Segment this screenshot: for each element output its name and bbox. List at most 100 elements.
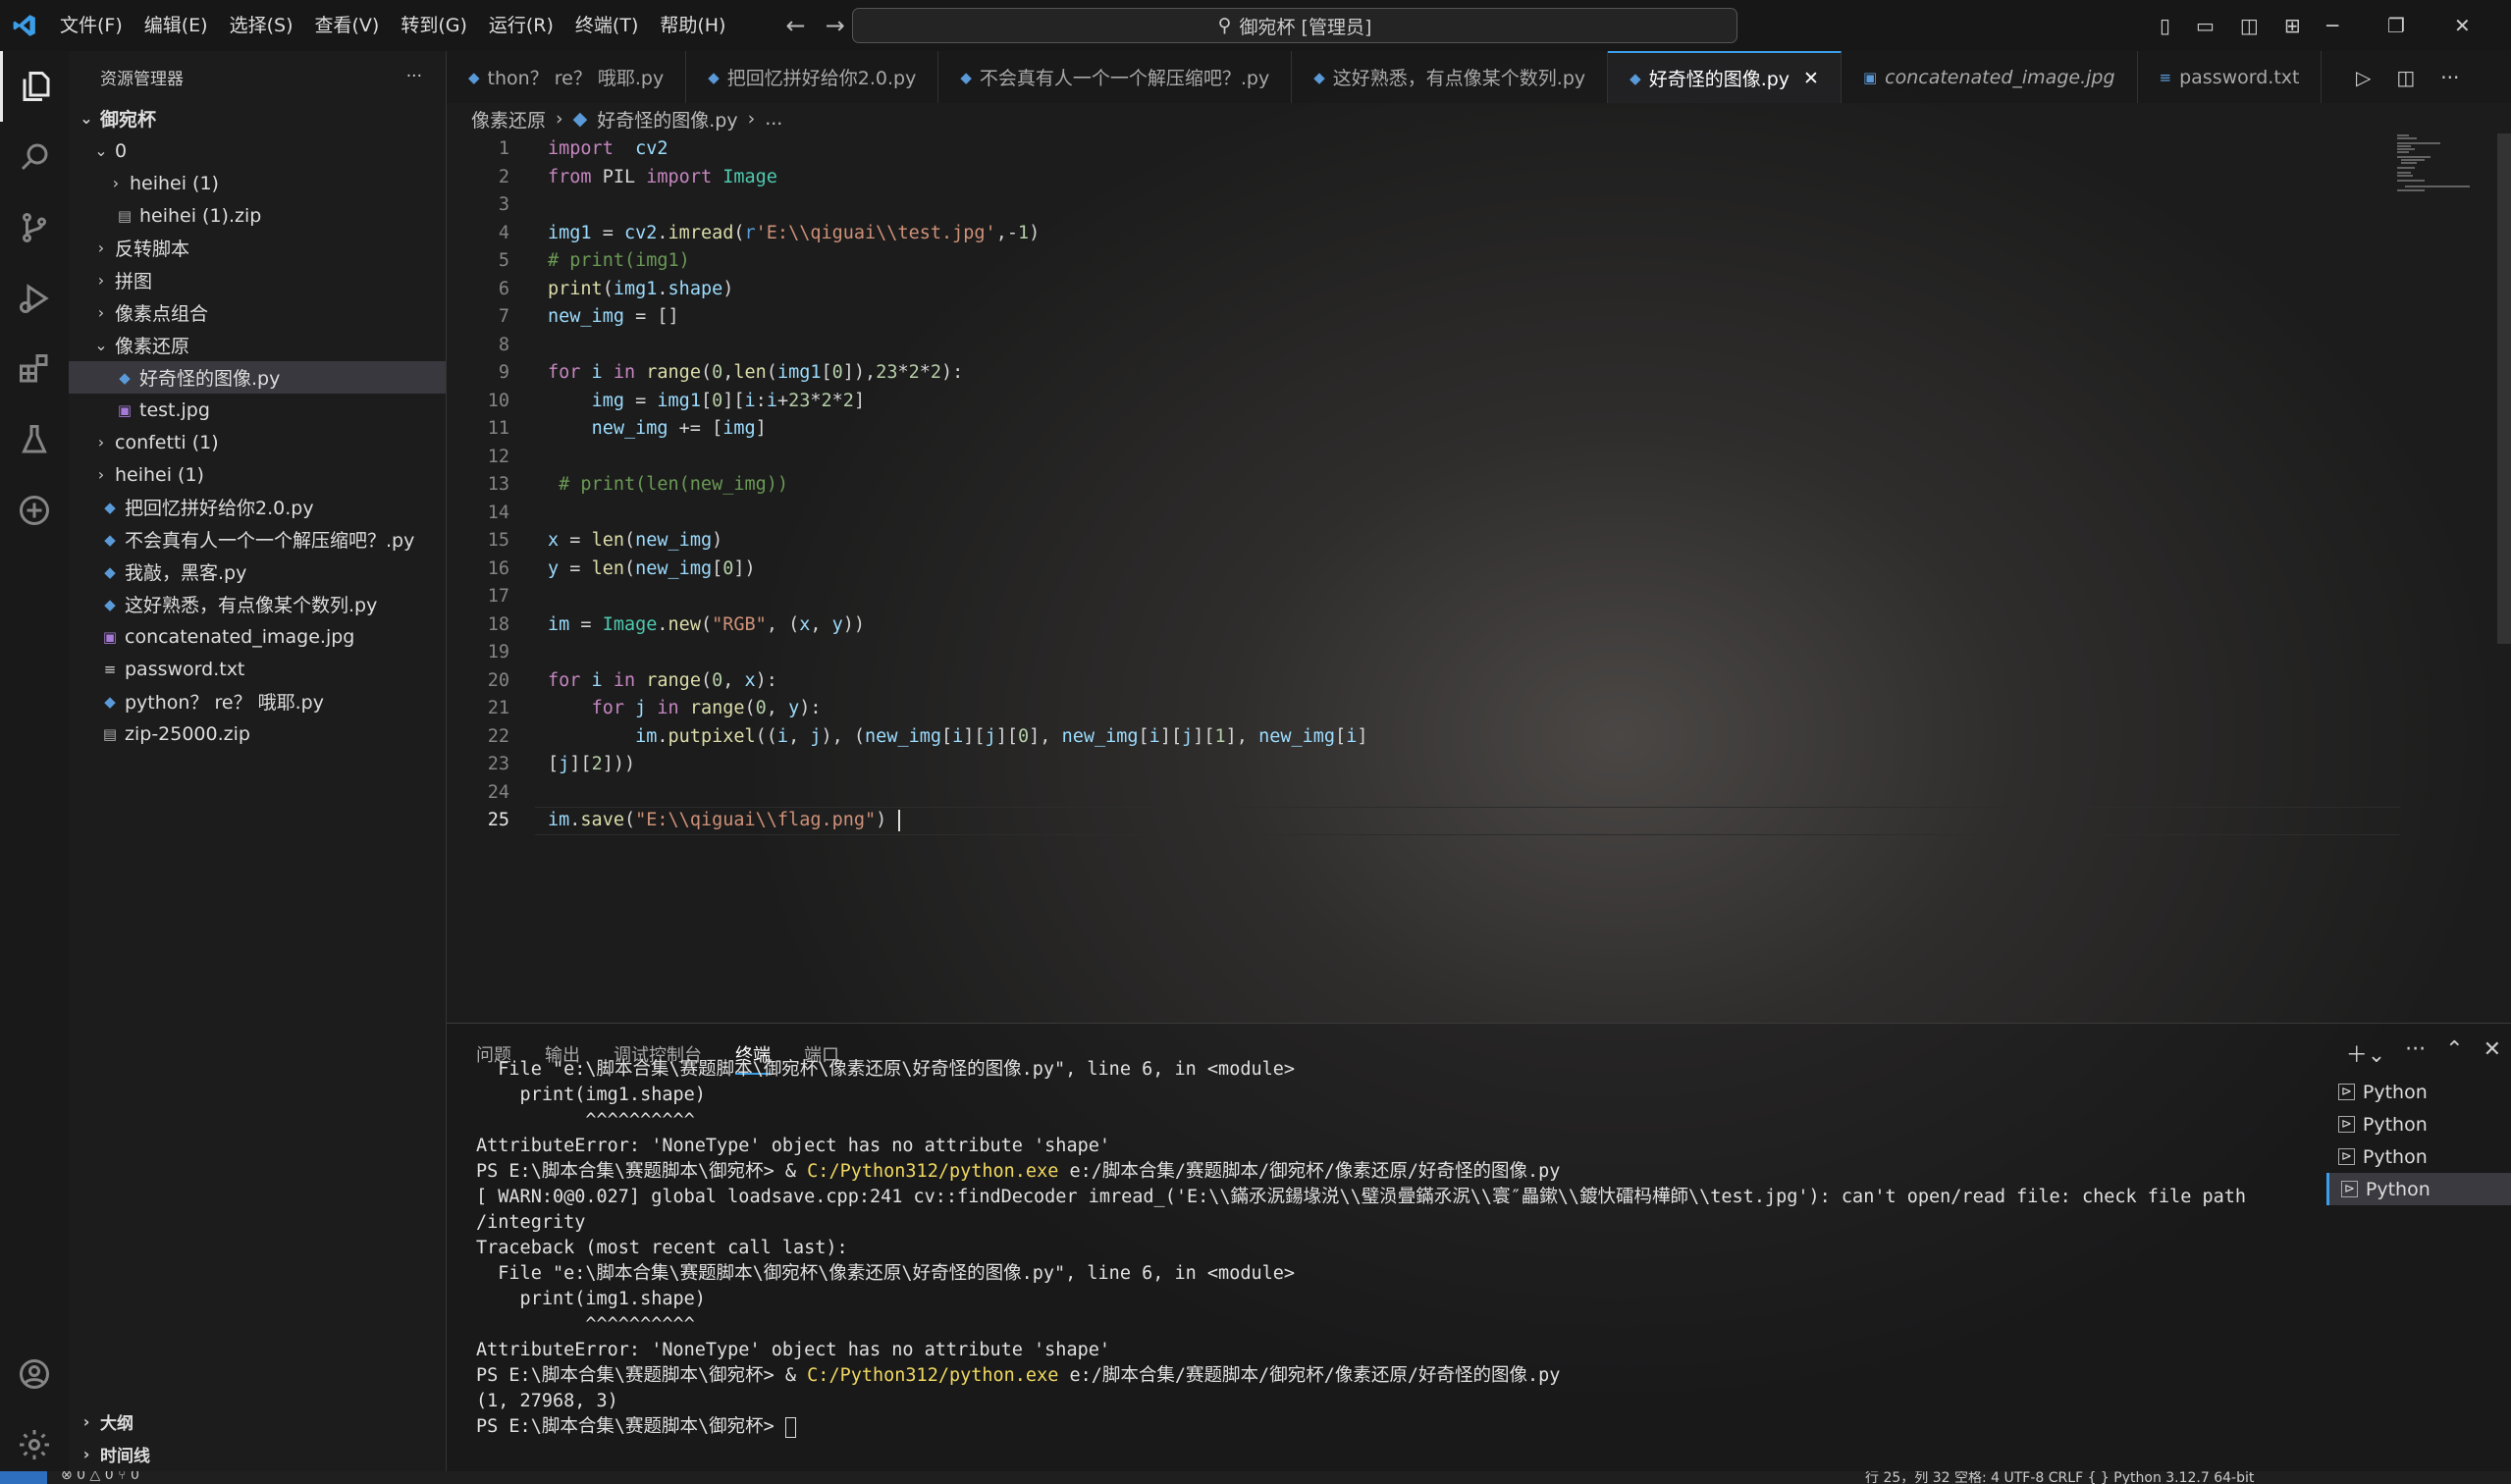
- problems-status[interactable]: ⊗ 0 △ 0 ⑂ 0: [61, 1471, 139, 1483]
- code-text: img1 = cv2.imread(r'E:\\qiguai\\test.jpg…: [548, 222, 1041, 243]
- code-text: import cv2: [548, 138, 668, 159]
- tree-item-label: password.txt: [125, 658, 245, 680]
- explorer-icon[interactable]: [0, 51, 69, 122]
- editor-tab[interactable]: ◆ 这好熟悉，有点像某个数列.py: [1292, 51, 1609, 103]
- run-python-file-icon[interactable]: ▷: [2356, 66, 2371, 89]
- breadcrumb-file[interactable]: 好奇怪的图像.py: [597, 106, 737, 132]
- editor-tab[interactable]: ◆ 把回忆拼好给你2.0.py: [686, 51, 939, 103]
- remote-explorer-icon[interactable]: [0, 475, 69, 546]
- workspace-root[interactable]: ⌄ 御宛杯: [69, 102, 446, 134]
- close-tab-icon[interactable]: ✕: [1803, 68, 1819, 89]
- terminal-instance-label: Python: [2362, 1081, 2428, 1103]
- editor-tab[interactable]: ◆ 不会真有人一个一个解压缩吧？.py: [938, 51, 1293, 103]
- forward-arrow-icon[interactable]: →: [816, 12, 855, 39]
- file-item[interactable]: ◆ 不会真有人一个一个解压缩吧？.py: [69, 523, 446, 556]
- chevron-right-icon: ›: [747, 108, 756, 130]
- toggle-panel-icon[interactable]: ▭: [2196, 14, 2215, 37]
- folder-item[interactable]: › heihei (1): [69, 167, 446, 199]
- remote-indicator[interactable]: [0, 1471, 47, 1484]
- code-line: 4 img1 = cv2.imread(r'E:\\qiguai\\test.jp…: [447, 220, 2410, 248]
- timeline-section[interactable]: › 时间线: [69, 1438, 150, 1470]
- editor-scrollbar[interactable]: [2497, 133, 2511, 644]
- terminal-line: [ WARN:0@0.027] global loadsave.cpp:241 …: [476, 1187, 2247, 1207]
- file-item[interactable]: ▤ heihei (1).zip: [69, 199, 446, 232]
- menu-item[interactable]: 运行(R): [478, 0, 564, 51]
- outline-section[interactable]: › 大纲: [69, 1405, 134, 1438]
- minimap[interactable]: [2395, 133, 2474, 192]
- source-control-icon[interactable]: [0, 192, 69, 263]
- more-actions-icon[interactable]: ···: [2405, 1037, 2426, 1069]
- code-line: 3: [447, 191, 2410, 220]
- file-item[interactable]: ◆ python？ re？ 哦耶.py: [69, 685, 446, 717]
- more-actions-icon[interactable]: ···: [406, 67, 422, 86]
- folder-item[interactable]: ⌄ 0: [69, 134, 446, 167]
- folder-item[interactable]: › heihei (1): [69, 458, 446, 491]
- file-item[interactable]: ◆ 我敲，黑客.py: [69, 556, 446, 588]
- editor-tab[interactable]: ▣ concatenated_image.jpg: [1842, 51, 2138, 103]
- file-item[interactable]: ◆ 把回忆拼好给你2.0.py: [69, 491, 446, 523]
- close-window-icon[interactable]: ✕: [2454, 14, 2471, 37]
- code-line: 11 new_img += [img]: [447, 415, 2410, 444]
- menu-item[interactable]: 帮助(H): [649, 0, 736, 51]
- folder-item[interactable]: › 拼图: [69, 264, 446, 296]
- split-editor-icon[interactable]: ◫: [2396, 66, 2415, 89]
- folder-item[interactable]: › 像素点组合: [69, 296, 446, 329]
- breadcrumb-folder[interactable]: 像素还原: [471, 106, 546, 132]
- testing-icon[interactable]: [0, 404, 69, 475]
- extensions-icon[interactable]: [0, 334, 69, 404]
- run-debug-icon[interactable]: [0, 263, 69, 334]
- back-arrow-icon[interactable]: ←: [775, 12, 815, 39]
- close-panel-icon[interactable]: ✕: [2484, 1037, 2501, 1069]
- menu-item[interactable]: 文件(F): [49, 0, 134, 51]
- toggle-primary-sidebar-icon[interactable]: ▯: [2160, 14, 2170, 37]
- maximize-panel-icon[interactable]: ⌃: [2445, 1037, 2463, 1069]
- folder-item[interactable]: › confetti (1): [69, 426, 446, 458]
- terminal-instance[interactable]: ⊳ Python: [2326, 1076, 2511, 1108]
- line-number: 16: [487, 557, 509, 579]
- file-item[interactable]: ▣ concatenated_image.jpg: [69, 620, 446, 653]
- chevron-right-icon: ›: [97, 238, 105, 257]
- toggle-secondary-sidebar-icon[interactable]: ◫: [2240, 14, 2259, 37]
- title-bar: 文件(F) 编辑(E) 选择(S) 查看(V) 转到(G) 运行(R) 终端(T) 帮助(H)…: [0, 0, 2511, 51]
- explorer-title: 资源管理器: [100, 69, 184, 89]
- more-actions-icon[interactable]: ···: [2440, 66, 2459, 89]
- terminal-line: PS E:\脚本合集\赛题脚本\御宛杯>: [476, 1414, 2341, 1440]
- menu-item[interactable]: 选择(S): [219, 0, 304, 51]
- terminal-instance[interactable]: ⊳ Python: [2326, 1173, 2511, 1205]
- editor-tab[interactable]: ◆ 好奇怪的图像.py ✕: [1608, 51, 1842, 103]
- new-terminal-icon[interactable]: ＋⌄: [2346, 1037, 2385, 1069]
- folder-item[interactable]: ⌄ 像素还原: [69, 329, 446, 361]
- file-item[interactable]: ≡ password.txt: [69, 653, 446, 685]
- menu-item[interactable]: 终端(T): [564, 0, 649, 51]
- terminal-instance[interactable]: ⊳ Python: [2326, 1108, 2511, 1140]
- menu-item[interactable]: 转到(G): [390, 0, 478, 51]
- chevron-down-icon: ⌄: [80, 109, 93, 128]
- menu-item[interactable]: 查看(V): [304, 0, 391, 51]
- code-editor[interactable]: 1 import cv2 2 from PIL import Image 3 4 img1 …: [447, 133, 2511, 1023]
- customize-layout-icon[interactable]: ⊞: [2284, 14, 2301, 37]
- file-item[interactable]: ◆ 这好熟悉，有点像某个数列.py: [69, 588, 446, 620]
- minimize-icon[interactable]: ─: [2326, 14, 2338, 37]
- file-item[interactable]: ◆ 好奇怪的图像.py: [69, 361, 446, 394]
- terminal-line: AttributeError: 'NoneType' object has no…: [476, 1340, 1111, 1360]
- terminal-instance[interactable]: ⊳ Python: [2326, 1140, 2511, 1173]
- editor-tab[interactable]: ≡ password.txt: [2138, 51, 2323, 103]
- menu-item[interactable]: 编辑(E): [134, 0, 219, 51]
- restore-icon[interactable]: ❐: [2387, 14, 2405, 37]
- terminal-line: ^^^^^^^^^^: [476, 1314, 695, 1335]
- breadcrumb-ellipsis[interactable]: ...: [765, 108, 782, 130]
- terminal-line: Traceback (most recent call last):: [476, 1238, 848, 1258]
- terminal-icon: ⊳: [2341, 1181, 2358, 1197]
- search-view-icon[interactable]: [0, 122, 69, 192]
- line-number: 11: [487, 418, 509, 439]
- settings-gear-icon[interactable]: [0, 1409, 69, 1480]
- accounts-icon[interactable]: [0, 1339, 69, 1409]
- file-item[interactable]: ▤ zip-25000.zip: [69, 717, 446, 750]
- editor-status[interactable]: 行 25，列 32 空格: 4 UTF-8 CRLF { } Python 3.…: [1865, 1471, 2254, 1484]
- folder-item[interactable]: › 反转脚本: [69, 232, 446, 264]
- command-center-search[interactable]: ⚲ 御宛杯 [管理员]: [852, 8, 1737, 43]
- tree-item-label: zip-25000.zip: [125, 722, 250, 745]
- editor-tab[interactable]: ◆ thon？ re？ 哦耶.py: [447, 51, 687, 103]
- file-item[interactable]: ▣ test.jpg: [69, 394, 446, 426]
- python-file-icon: ◆: [104, 562, 116, 581]
